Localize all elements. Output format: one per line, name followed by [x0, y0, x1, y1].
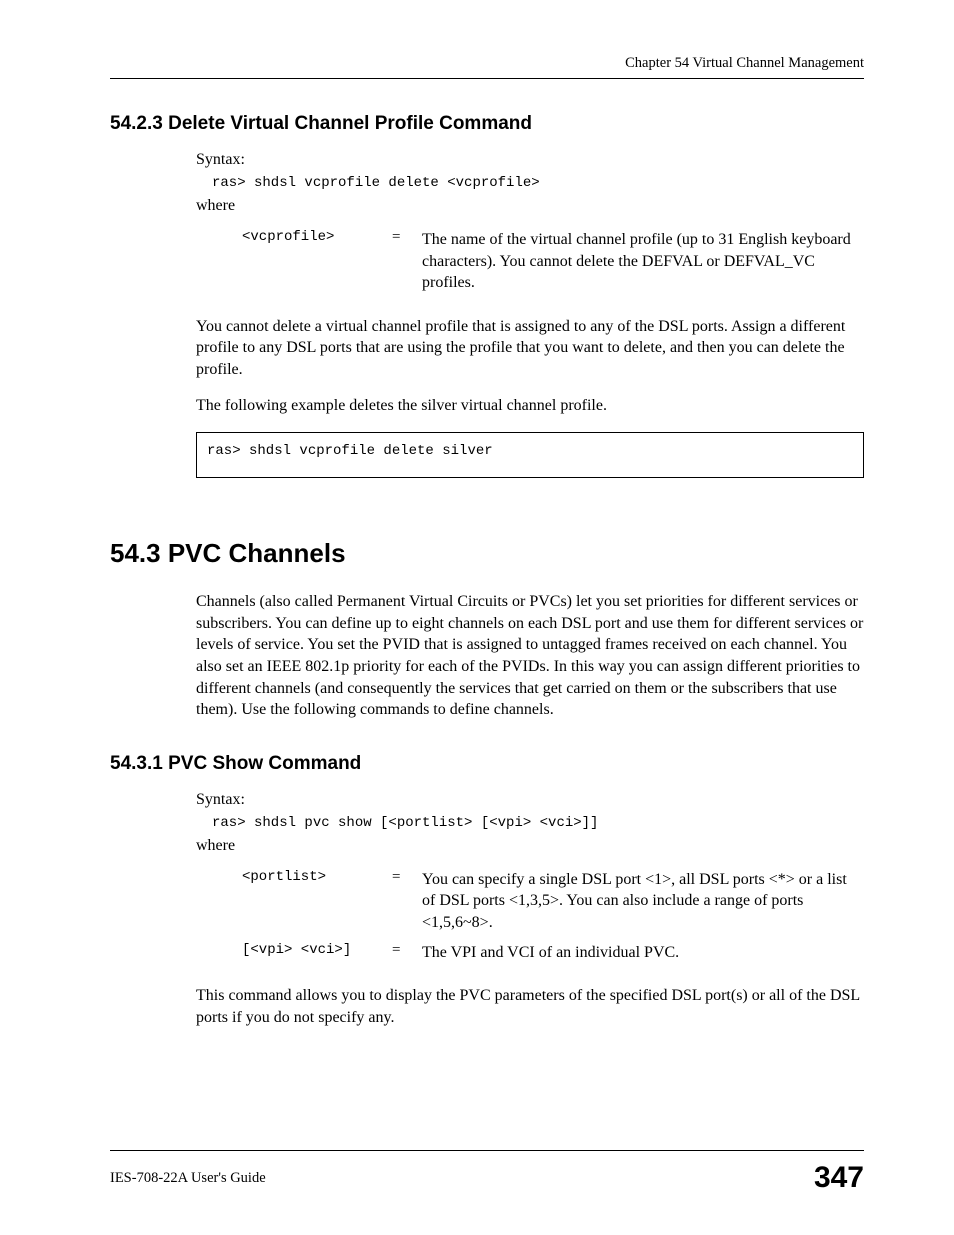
parameter-equals: =: [392, 942, 422, 959]
parameter-description: You can specify a single DSL port <1>, a…: [422, 869, 864, 934]
body-paragraph: The following example deletes the silver…: [196, 395, 864, 417]
section-heading-54-3-1: 54.3.1 PVC Show Command: [110, 753, 864, 775]
section-heading-54-2-3: 54.2.3 Delete Virtual Channel Profile Co…: [110, 113, 864, 135]
parameter-row: [<vpi> <vci>] = The VPI and VCI of an in…: [242, 942, 864, 964]
section-heading-54-3: 54.3 PVC Channels: [110, 538, 864, 569]
code-example-text: ras> shdsl vcprofile delete silver: [207, 443, 493, 459]
parameter-name: <portlist>: [242, 869, 392, 885]
where-label: where: [196, 837, 864, 855]
syntax-command: ras> shdsl vcprofile delete <vcprofile>: [212, 175, 864, 191]
syntax-label: Syntax:: [196, 791, 864, 809]
body-paragraph: Channels (also called Permanent Virtual …: [196, 591, 864, 721]
section-body-54-3: Channels (also called Permanent Virtual …: [196, 591, 864, 721]
code-example-box: ras> shdsl vcprofile delete silver: [196, 432, 864, 478]
section-body-54-2-3: Syntax: ras> shdsl vcprofile delete <vcp…: [196, 151, 864, 478]
header-chapter-text: Chapter 54 Virtual Channel Management: [625, 55, 864, 71]
footer-page-number: 347: [814, 1161, 864, 1195]
parameter-description: The name of the virtual channel profile …: [422, 229, 864, 294]
body-paragraph: This command allows you to display the P…: [196, 985, 864, 1028]
page-footer: IES-708-22A User's Guide 347: [110, 1150, 864, 1195]
section-body-54-3-1: Syntax: ras> shdsl pvc show [<portlist> …: [196, 791, 864, 1029]
where-label: where: [196, 197, 864, 215]
footer-guide-name: IES-708-22A User's Guide: [110, 1170, 266, 1187]
parameter-table: <vcprofile> = The name of the virtual ch…: [242, 229, 864, 302]
parameter-description: The VPI and VCI of an individual PVC.: [422, 942, 679, 964]
syntax-label: Syntax:: [196, 151, 864, 169]
page-header: Chapter 54 Virtual Channel Management: [110, 55, 864, 79]
body-paragraph: You cannot delete a virtual channel prof…: [196, 316, 864, 381]
parameter-table: <portlist> = You can specify a single DS…: [242, 869, 864, 971]
parameter-name: [<vpi> <vci>]: [242, 942, 392, 958]
parameter-equals: =: [392, 869, 422, 886]
parameter-row: <portlist> = You can specify a single DS…: [242, 869, 864, 934]
parameter-row: <vcprofile> = The name of the virtual ch…: [242, 229, 864, 294]
parameter-name: <vcprofile>: [242, 229, 392, 245]
document-page: Chapter 54 Virtual Channel Management 54…: [0, 0, 954, 1235]
syntax-command: ras> shdsl pvc show [<portlist> [<vpi> <…: [212, 815, 864, 831]
parameter-equals: =: [392, 229, 422, 246]
